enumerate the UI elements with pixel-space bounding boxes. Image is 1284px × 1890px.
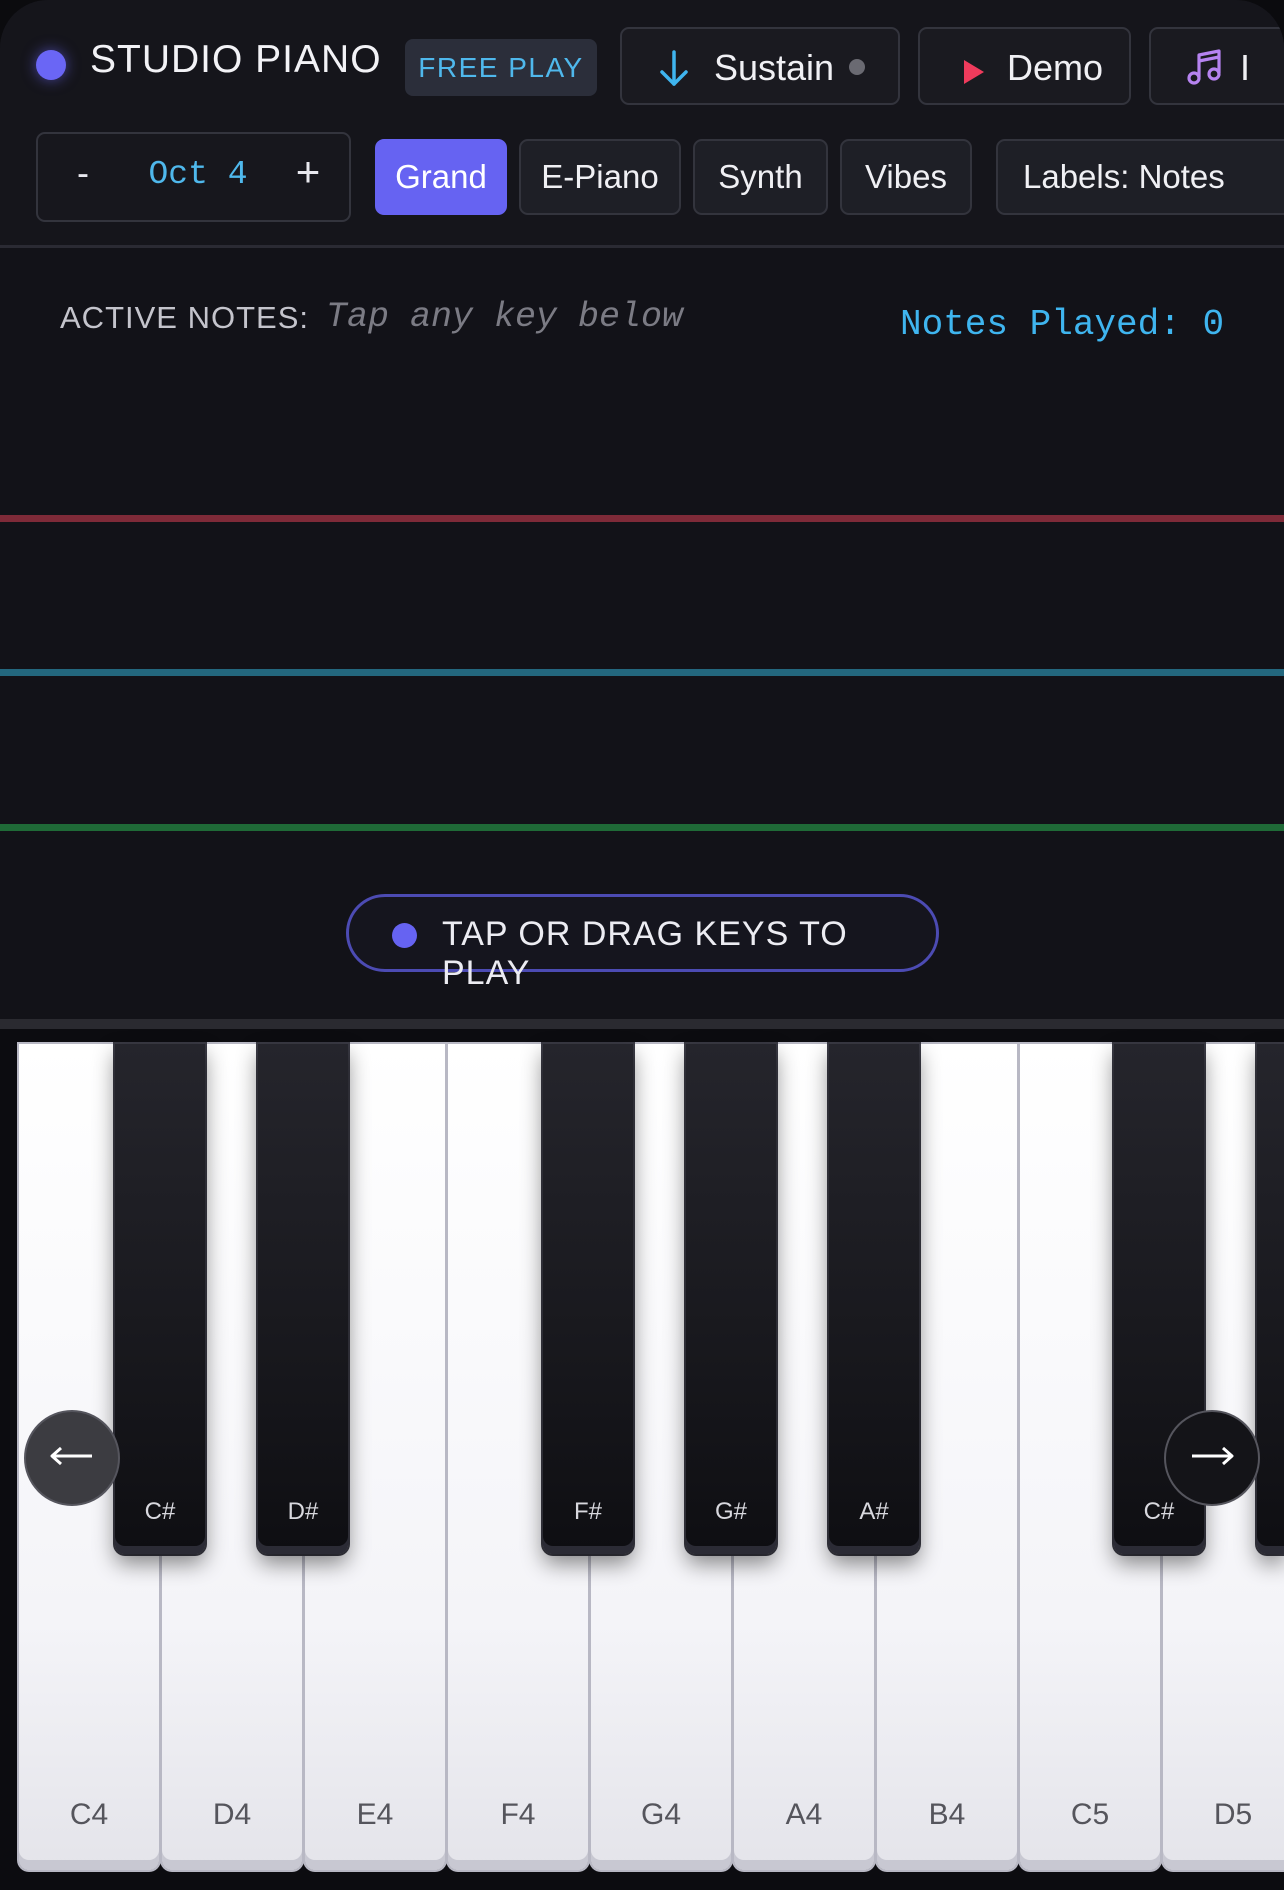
key-label: C4: [69, 1798, 109, 1831]
play-icon: [962, 53, 986, 95]
instrument-epiano-button[interactable]: E-Piano: [519, 139, 681, 215]
keyboard-divider: [0, 1019, 1284, 1029]
black-key-g-sharp-4[interactable]: G#: [686, 1044, 776, 1554]
black-key-d-sharp-4[interactable]: D#: [258, 1044, 348, 1554]
music-note-icon: [1185, 47, 1225, 96]
notes-played-counter: Notes Played: 0: [900, 304, 1225, 345]
arrow-down-icon: [658, 49, 690, 98]
key-label: F4: [500, 1798, 536, 1831]
scroll-left-button[interactable]: [24, 1410, 120, 1506]
black-key-c-sharp-4[interactable]: C#: [115, 1044, 205, 1554]
key-label: A#: [859, 1498, 889, 1525]
demo-button[interactable]: Demo: [918, 27, 1131, 105]
lane-line-red: [0, 515, 1284, 522]
octave-control: - Oct 4 +: [36, 132, 351, 222]
play-hint-text: TAP OR DRAG KEYS TO PLAY: [442, 915, 848, 992]
key-label: D5: [1213, 1798, 1253, 1831]
status-dot-icon: [36, 50, 66, 80]
key-label: A4: [785, 1798, 823, 1831]
sustain-indicator: [849, 59, 865, 75]
lane-line-blue: [0, 669, 1284, 676]
key-label: F#: [573, 1498, 602, 1525]
extra-label: I: [1240, 47, 1251, 88]
sustain-button[interactable]: Sustain: [620, 27, 900, 105]
key-label: B4: [928, 1798, 966, 1831]
piano-app: STUDIO PIANO FREE PLAY Sustain Demo I - …: [0, 0, 1284, 1890]
key-label: D4: [212, 1798, 252, 1831]
black-key-d-sharp-5[interactable]: [1257, 1044, 1284, 1554]
instrument-synth-button[interactable]: Synth: [693, 139, 828, 215]
play-hint-pill: TAP OR DRAG KEYS TO PLAY: [346, 894, 939, 992]
key-label: C#: [144, 1498, 176, 1525]
octave-down-button[interactable]: -: [68, 152, 98, 194]
octave-up-button[interactable]: +: [288, 148, 328, 196]
key-label: C#: [1143, 1498, 1175, 1525]
active-notes-hint: Tap any key below: [326, 297, 684, 337]
extra-button[interactable]: I: [1149, 27, 1284, 105]
instrument-grand-button[interactable]: Grand: [375, 139, 507, 215]
key-label: C5: [1070, 1798, 1110, 1831]
octave-value: Oct 4: [148, 156, 248, 193]
scroll-right-button[interactable]: [1164, 1410, 1260, 1506]
sustain-label: Sustain: [714, 47, 835, 88]
app-title: STUDIO PIANO: [90, 38, 382, 81]
arrow-left-icon: [49, 1446, 95, 1471]
lane-line-green: [0, 824, 1284, 831]
hint-dot-icon: [392, 923, 417, 948]
header: STUDIO PIANO FREE PLAY Sustain Demo I - …: [0, 0, 1284, 248]
key-label: D#: [287, 1498, 319, 1525]
key-label: E4: [356, 1798, 394, 1831]
active-notes-label: ACTIVE NOTES:: [60, 300, 309, 335]
key-label: G#: [714, 1498, 747, 1525]
black-key-f-sharp-4[interactable]: F#: [543, 1044, 633, 1554]
key-label: G4: [640, 1798, 682, 1831]
black-key-a-sharp-4[interactable]: A#: [829, 1044, 919, 1554]
instrument-vibes-button[interactable]: Vibes: [840, 139, 972, 215]
demo-label: Demo: [1007, 47, 1104, 88]
arrow-right-icon: [1189, 1446, 1235, 1471]
mode-badge: FREE PLAY: [405, 39, 597, 96]
labels-toggle-button[interactable]: Labels: Notes: [996, 139, 1284, 215]
